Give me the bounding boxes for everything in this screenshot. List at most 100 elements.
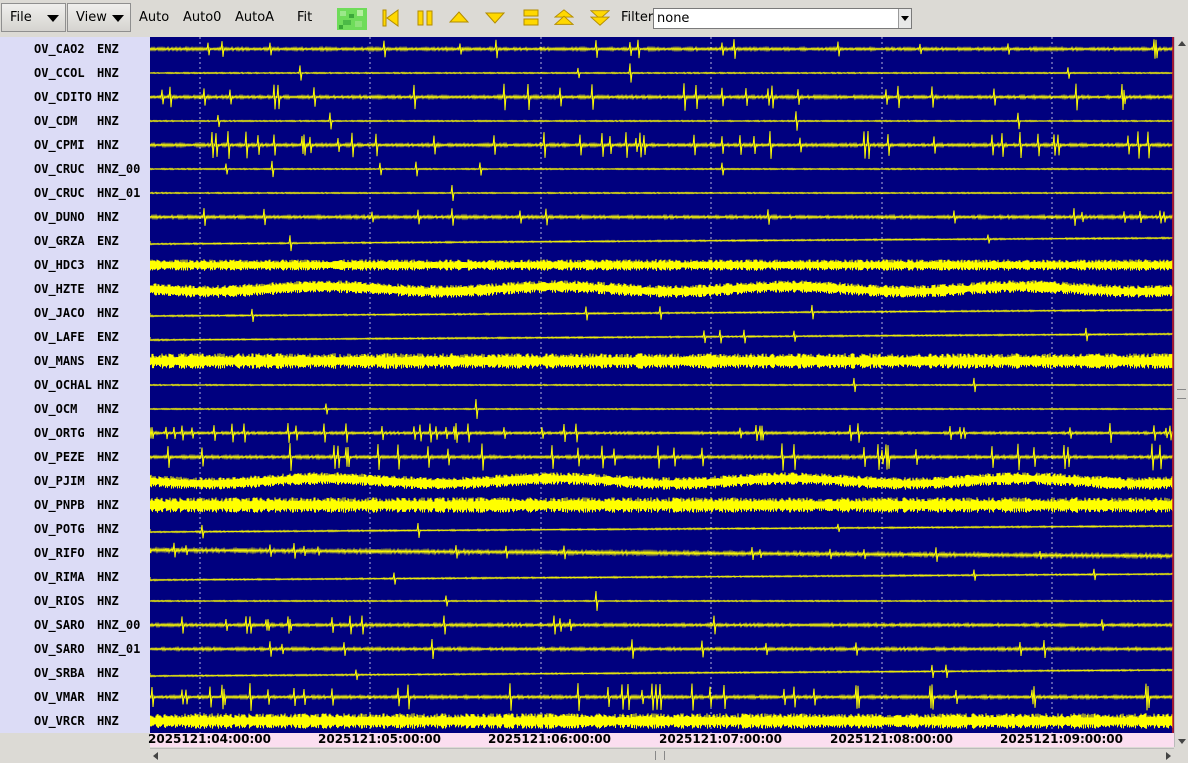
station-code: OV_CRUC (34, 162, 85, 176)
station-code: OV_PNPB (34, 498, 85, 512)
auto-button[interactable]: Auto (139, 10, 169, 25)
channel-label-row[interactable]: OV_HZTE HNZ (0, 279, 150, 299)
waveform-plot[interactable] (150, 37, 1174, 733)
scroll-up-arrow-icon[interactable] (1178, 41, 1186, 46)
channel-code: HNZ (97, 474, 119, 488)
channel-code: HNZ (97, 666, 119, 680)
go-to-start-icon[interactable] (381, 8, 401, 28)
waveform-trace[interactable] (150, 353, 1173, 369)
channel-label-row[interactable]: OV_CCOL HNZ (0, 63, 150, 83)
channel-code: HNZ (97, 306, 119, 320)
station-code: OV_CRUC (34, 186, 85, 200)
color-map-icon[interactable] (337, 8, 367, 30)
channel-code: ENZ (97, 234, 119, 248)
channel-code: HNZ (97, 282, 119, 296)
channel-code: HNZ (97, 714, 119, 728)
channel-code: HNZ (97, 258, 119, 272)
channel-label-row[interactable]: OV_PJIM HNZ (0, 471, 150, 491)
chevron-down-icon (112, 15, 124, 22)
channel-code: HNZ (97, 570, 119, 584)
channel-code: HNZ (97, 522, 119, 536)
station-code: OV_CAO2 (34, 42, 85, 56)
channel-label-row[interactable]: OV_PNPB HNZ (0, 495, 150, 515)
channel-label-row[interactable]: OV_PEZE HNZ (0, 447, 150, 467)
station-code: OV_CPMI (34, 138, 85, 152)
channel-label-row[interactable]: OV_JACO HNZ (0, 303, 150, 323)
channel-label-row[interactable]: OV_VRCR HNZ (0, 711, 150, 731)
channel-code: HNZ_00 (97, 618, 141, 632)
channel-label-row[interactable]: OV_CDITO HNZ (0, 87, 150, 107)
station-code: OV_JACO (34, 306, 85, 320)
station-code: OV_VRCR (34, 714, 85, 728)
channel-label-row[interactable]: OV_CDM HNZ (0, 111, 150, 131)
channel-label-row[interactable]: OV_SRBA HNZ (0, 663, 150, 683)
channel-label-row[interactable]: OV_SARO HNZ_01 (0, 639, 150, 659)
autoa-button[interactable]: AutoA (235, 10, 274, 25)
channel-code: HNZ (97, 90, 119, 104)
channel-label-row[interactable]: OV_OCHAL HNZ (0, 375, 150, 395)
scroll-left-arrow-icon[interactable] (153, 752, 158, 760)
scroll-up-icon[interactable] (449, 8, 469, 28)
channel-label-row[interactable]: OV_CRUC HNZ_01 (0, 183, 150, 203)
station-code: OV_HZTE (34, 282, 85, 296)
channel-label-row[interactable]: OV_RIFO HNZ (0, 543, 150, 563)
file-menu-button[interactable]: File (1, 3, 66, 32)
channel-label-row[interactable]: OV_MANS ENZ (0, 351, 150, 371)
time-tick-label: 2025121:07:00:00 (659, 732, 782, 746)
station-code: OV_OCHAL (34, 378, 92, 392)
scroll-grip-icon[interactable] (1177, 389, 1186, 399)
station-code: OV_LAFE (34, 330, 85, 344)
channel-code: HNZ (97, 138, 119, 152)
waveform-trace[interactable] (150, 258, 1173, 272)
station-code: OV_POTG (34, 522, 85, 536)
view-menu-button[interactable]: View (67, 3, 131, 32)
station-code: OV_SRBA (34, 666, 85, 680)
channel-code: ENZ (97, 354, 119, 368)
fit-height-icon[interactable] (521, 8, 541, 28)
station-code: OV_PJIM (34, 474, 85, 488)
file-menu-label: File (10, 10, 32, 25)
expand-up-icon[interactable] (554, 8, 574, 28)
pause-icon[interactable] (415, 8, 435, 28)
fit-button[interactable]: Fit (297, 10, 312, 25)
auto0-button[interactable]: Auto0 (183, 10, 221, 25)
station-code: OV_RIOS (34, 594, 85, 608)
waveform-trace[interactable] (150, 713, 1173, 729)
station-code: OV_CDM (34, 114, 78, 128)
vertical-scrollbar[interactable] (1174, 37, 1188, 747)
channel-code: HNZ_01 (97, 186, 141, 200)
channel-label-row[interactable]: OV_CPMI HNZ (0, 135, 150, 155)
channel-label-row[interactable]: OV_ORTG HNZ (0, 423, 150, 443)
horizontal-scrollbar[interactable] (150, 748, 1174, 763)
channel-label-row[interactable]: OV_OCM HNZ (0, 399, 150, 419)
channel-label-row[interactable]: OV_RIMA HNZ (0, 567, 150, 587)
scroll-grip-icon[interactable] (655, 751, 665, 760)
station-code: OV_CDITO (34, 90, 92, 104)
channel-label-row[interactable]: OV_VMAR HNZ (0, 687, 150, 707)
channel-label-row[interactable]: OV_LAFE ENZ (0, 327, 150, 347)
channel-label-row[interactable]: OV_DUNO HNZ (0, 207, 150, 227)
filter-select[interactable]: none (653, 8, 912, 29)
scroll-down-arrow-icon[interactable] (1178, 739, 1186, 744)
channel-label-row[interactable]: OV_GRZA ENZ (0, 231, 150, 251)
channel-code: HNZ (97, 450, 119, 464)
channel-label-row[interactable]: OV_RIOS HNZ (0, 591, 150, 611)
chevron-down-icon[interactable] (898, 9, 911, 28)
station-code: OV_RIFO (34, 546, 85, 560)
expand-down-icon[interactable] (590, 8, 610, 28)
station-code: OV_DUNO (34, 210, 85, 224)
time-axis: 2025121:04:00:00 2025121:05:00:00 2025121:… (148, 732, 1174, 747)
station-code: OV_VMAR (34, 690, 85, 704)
channel-code: HNZ_01 (97, 642, 141, 656)
time-tick-label: 2025121:04:00:00 (148, 732, 271, 746)
channel-label-panel: OV_CAO2 ENZ OV_CCOL HNZ OV_CDITO HNZ OV_CDM HNZ… (0, 37, 150, 733)
channel-label-row[interactable]: OV_CRUC HNZ_00 (0, 159, 150, 179)
channel-code: HNZ (97, 114, 119, 128)
channel-label-row[interactable]: OV_HDC3 HNZ (0, 255, 150, 275)
channel-label-row[interactable]: OV_POTG HNZ (0, 519, 150, 539)
scroll-down-icon[interactable] (485, 8, 505, 28)
channel-code: HNZ (97, 498, 119, 512)
channel-label-row[interactable]: OV_CAO2 ENZ (0, 39, 150, 59)
scroll-right-arrow-icon[interactable] (1166, 752, 1171, 760)
channel-label-row[interactable]: OV_SARO HNZ_00 (0, 615, 150, 635)
